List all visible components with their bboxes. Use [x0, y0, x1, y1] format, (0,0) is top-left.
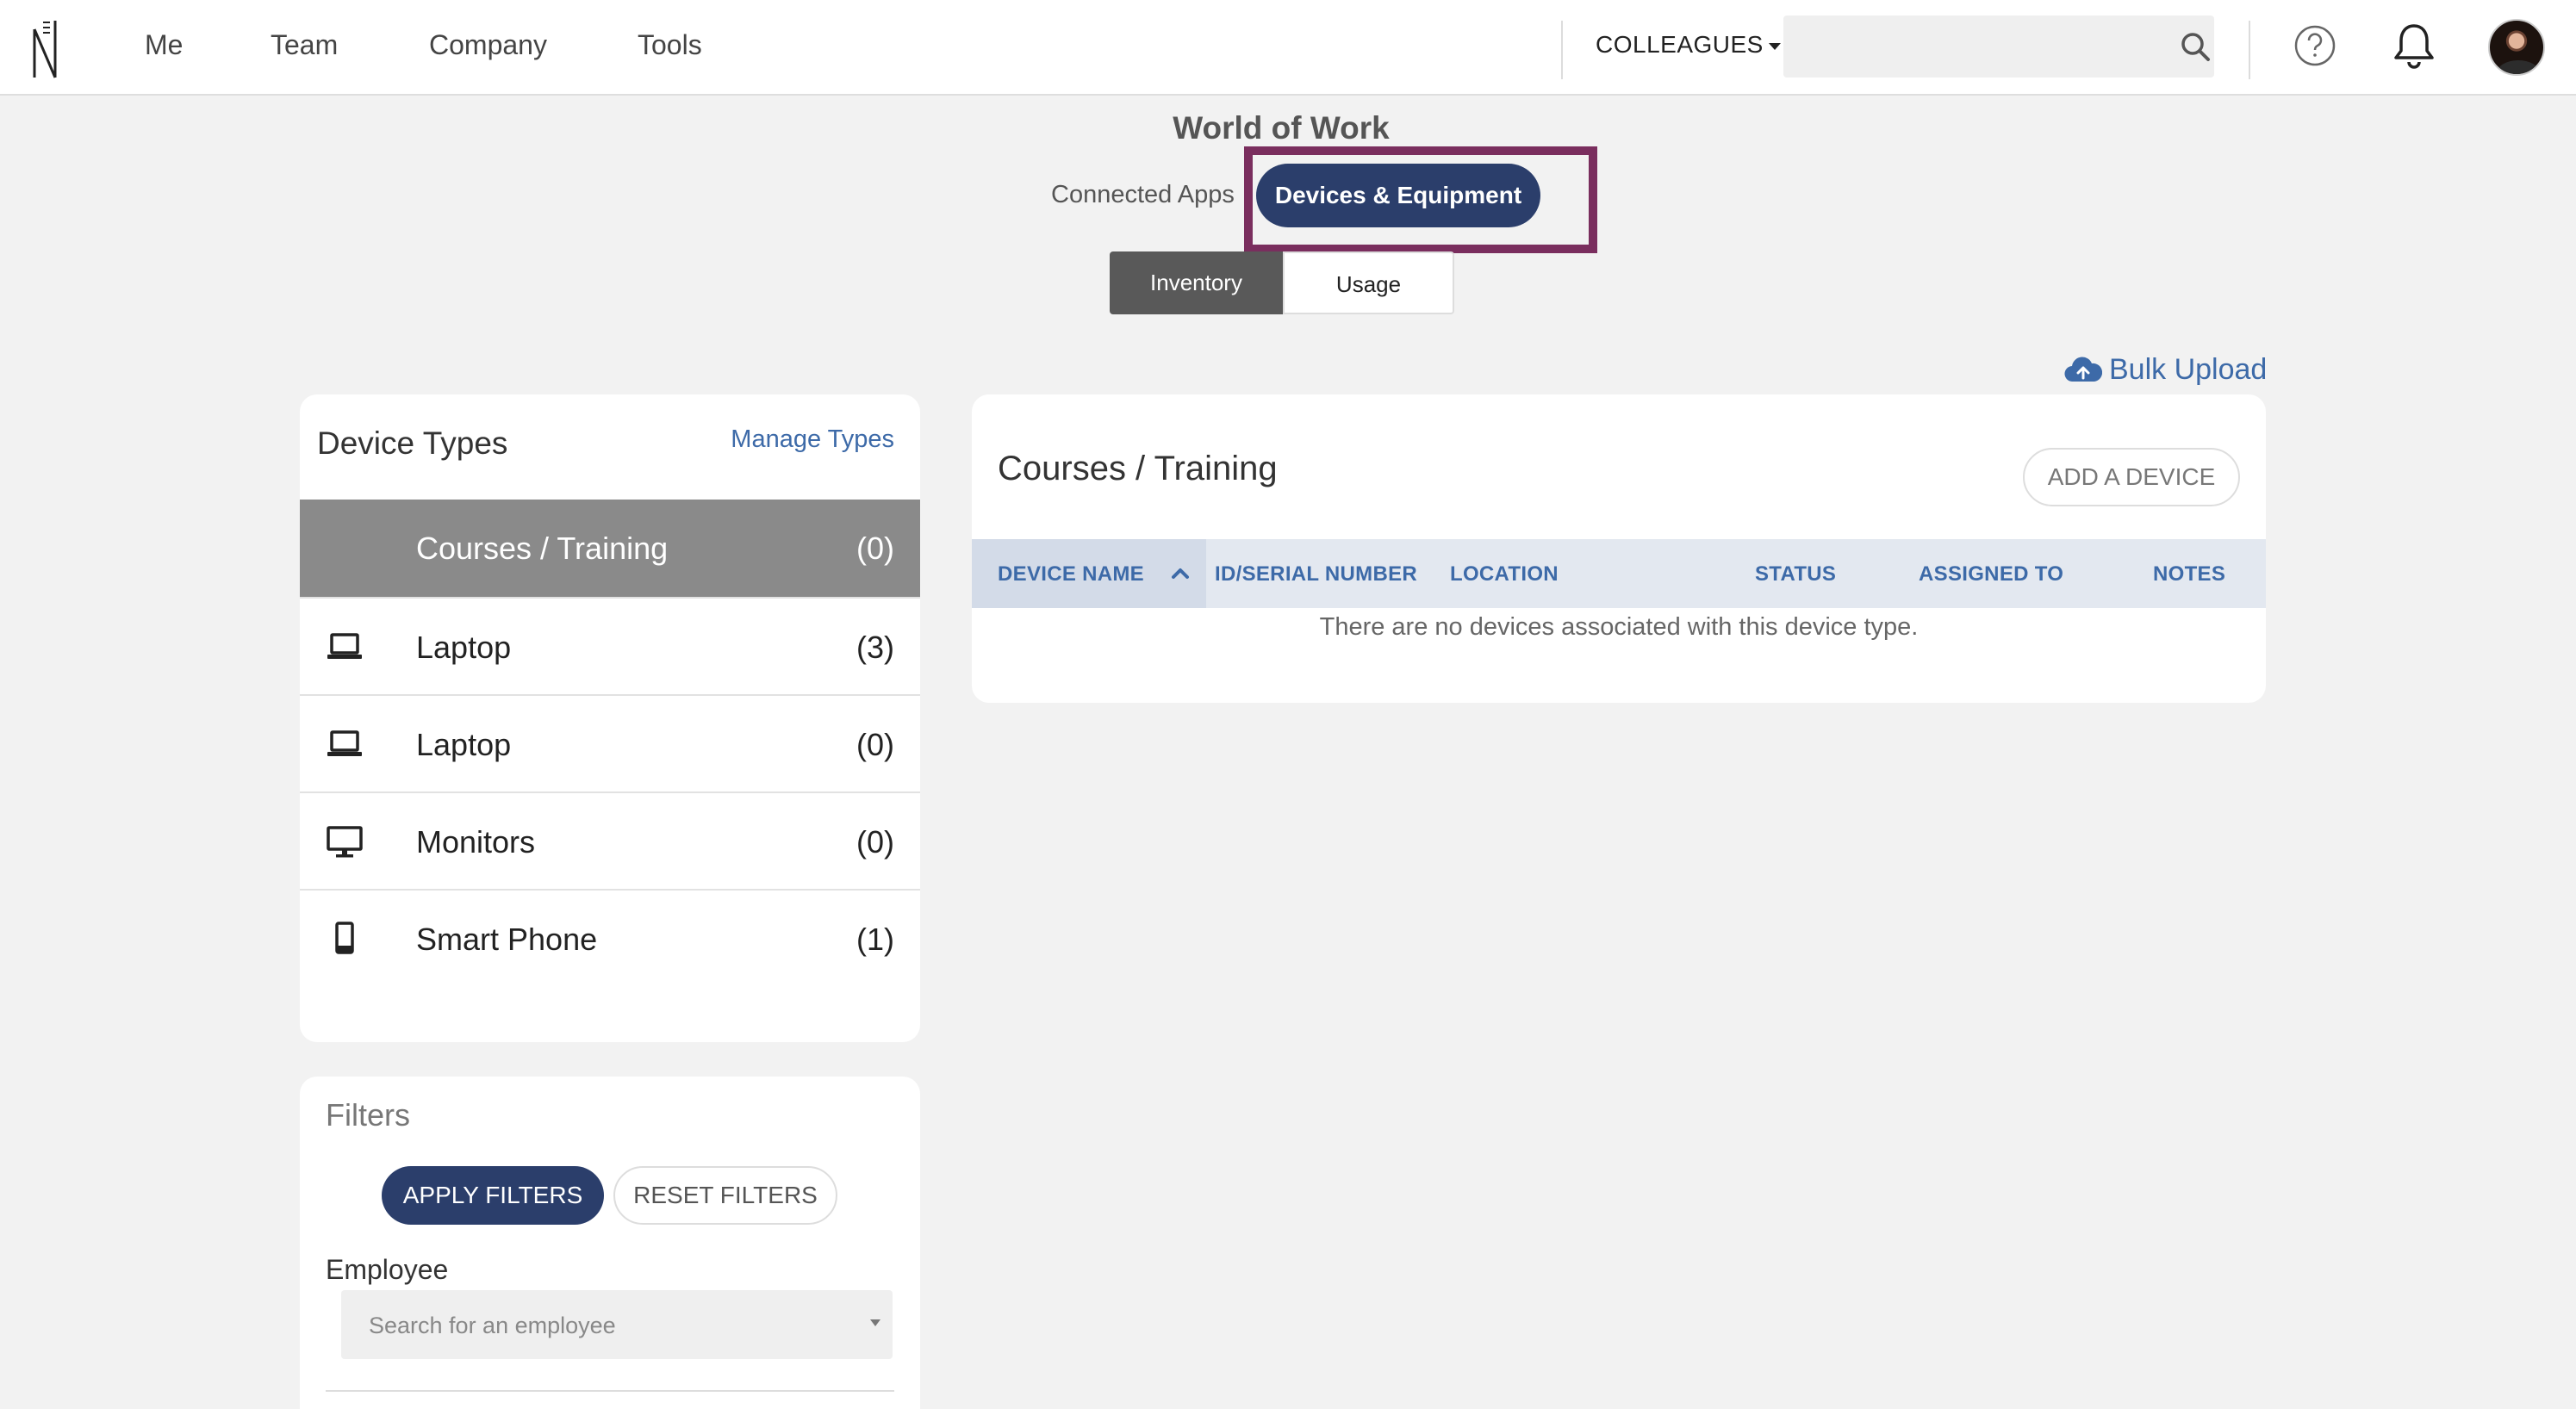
employee-placeholder: Search for an employee [369, 1313, 616, 1338]
table-header: DEVICE NAME ID/SERIAL NUMBER LOCATION ST… [972, 539, 2266, 608]
bulk-upload-label: Bulk Upload [2109, 353, 2268, 386]
nav-item-me[interactable]: Me [145, 29, 183, 61]
nav-item-team[interactable]: Team [271, 29, 338, 61]
help-icon[interactable] [2293, 24, 2336, 67]
employee-select[interactable]: Search for an employee [341, 1290, 893, 1359]
device-type-name: Laptop [416, 630, 512, 665]
device-type-count: (3) [856, 630, 894, 665]
smartphone-icon [335, 922, 354, 954]
bulk-upload-link[interactable]: Bulk Upload [2064, 353, 2267, 387]
search-icon[interactable] [2180, 31, 2211, 62]
laptop-icon [327, 633, 362, 659]
colleagues-label: COLLEAGUES [1596, 31, 1764, 58]
device-type-name: Courses / Training [416, 531, 669, 566]
page-title: World of Work [1173, 110, 1390, 146]
device-type-row-smart-phone[interactable]: Smart Phone (1) [300, 889, 920, 986]
colleagues-dropdown[interactable]: COLLEAGUES [1596, 31, 1781, 59]
monitor-icon [327, 826, 363, 858]
device-type-row-laptop[interactable]: Laptop (0) [300, 694, 920, 791]
device-type-name: Smart Phone [416, 922, 598, 957]
bell-icon[interactable] [2392, 22, 2436, 71]
column-header-serial-number[interactable]: ID/SERIAL NUMBER [1215, 562, 1417, 587]
search-input[interactable] [1783, 16, 2214, 78]
tab-connected-apps[interactable]: Connected Apps [1051, 181, 1235, 209]
dropdown-arrow-icon [870, 1319, 880, 1326]
employee-label: Employee [326, 1254, 449, 1285]
sort-ascending-icon[interactable] [1170, 563, 1191, 582]
subtab-inventory[interactable]: Inventory [1110, 251, 1283, 314]
nav-item-company[interactable]: Company [429, 29, 547, 61]
device-list-panel: Courses / Training ADD A DEVICE DEVICE N… [972, 394, 2266, 703]
device-list-title: Courses / Training [998, 450, 1278, 487]
cloud-upload-icon [2064, 357, 2102, 382]
device-type-name: Laptop [416, 727, 512, 762]
filters-panel: Filters APPLY FILTERS RESET FILTERS Empl… [300, 1077, 920, 1409]
device-types-panel: Device Types Manage Types Courses / Trai… [300, 394, 920, 1042]
logo-icon[interactable] [31, 17, 60, 79]
column-header-assigned-to[interactable]: ASSIGNED TO [1919, 562, 2063, 587]
nav-divider [2249, 21, 2250, 79]
caret-down-icon [1768, 42, 1781, 50]
device-type-count: (0) [856, 727, 894, 762]
nav-divider [1561, 21, 1563, 79]
apply-filters-button[interactable]: APPLY FILTERS [382, 1166, 604, 1225]
subtab-usage[interactable]: Usage [1283, 251, 1454, 314]
divider [326, 1390, 894, 1392]
column-header-status[interactable]: STATUS [1755, 562, 1836, 587]
device-types-title: Device Types [317, 425, 508, 461]
nav-item-tools[interactable]: Tools [638, 29, 702, 61]
column-header-device-name[interactable]: DEVICE NAME [998, 562, 1144, 587]
device-type-count: (0) [856, 824, 894, 860]
add-device-button[interactable]: ADD A DEVICE [2023, 448, 2240, 506]
manage-types-link[interactable]: Manage Types [731, 425, 894, 454]
column-header-location[interactable]: LOCATION [1450, 562, 1559, 587]
laptop-icon [327, 730, 362, 756]
top-nav: Me Team Company Tools COLLEAGUES [0, 0, 2576, 96]
device-type-count: (1) [856, 922, 894, 957]
column-header-notes[interactable]: NOTES [2153, 562, 2225, 587]
empty-table-message: There are no devices associated with thi… [1319, 613, 1919, 641]
filters-title: Filters [326, 1097, 410, 1133]
avatar[interactable] [2488, 19, 2545, 76]
device-type-count: (0) [856, 531, 894, 566]
reset-filters-button[interactable]: RESET FILTERS [613, 1166, 837, 1225]
highlight-annotation [1244, 146, 1597, 253]
device-type-name: Monitors [416, 824, 536, 860]
device-type-row-monitors[interactable]: Monitors (0) [300, 791, 920, 889]
device-type-row-courses-training[interactable]: Courses / Training (0) [300, 500, 920, 597]
device-type-row-laptop[interactable]: Laptop (3) [300, 597, 920, 694]
